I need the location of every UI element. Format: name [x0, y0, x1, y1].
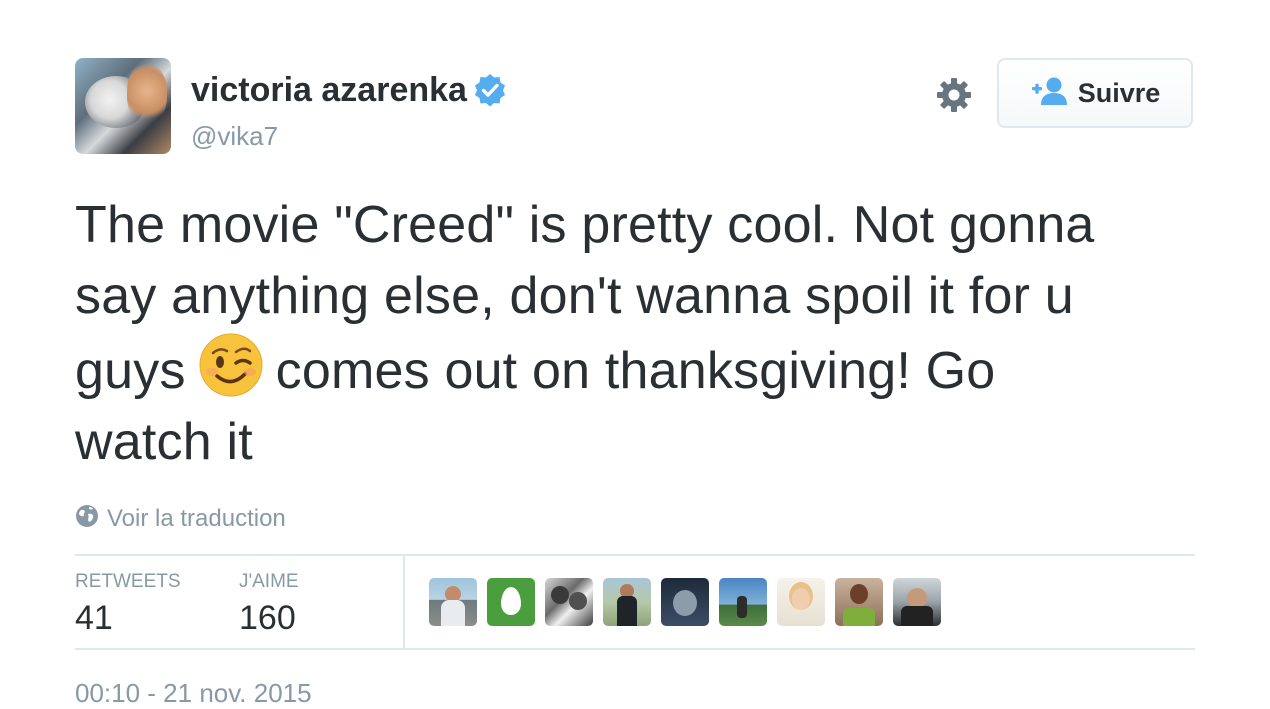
follow-button-label: Suivre [1077, 77, 1161, 108]
tweet-text-line: guys comes out on thanksgiving! Go [75, 332, 1195, 407]
liker-avatar[interactable] [893, 578, 941, 626]
avatar[interactable] [75, 58, 171, 154]
tweet-stats: RETWEETS 41 J'AIME 160 [75, 554, 1195, 650]
retweets-label: RETWEETS [75, 571, 181, 592]
liker-avatar[interactable] [661, 578, 709, 626]
tweet-text: The movie "Creed" is pretty cool. Not go… [75, 190, 1195, 478]
tweet-timestamp[interactable]: 00:10 - 21 nov. 2015 [75, 678, 1195, 709]
tweet-card: victoria azarenka @vika7 Suivre The movi… [75, 58, 1195, 709]
translate-link-label: Voir la traduction [107, 505, 286, 532]
user-names: victoria azarenka @vika7 [191, 70, 507, 152]
liker-avatar[interactable] [603, 578, 651, 626]
globe-icon [75, 504, 99, 535]
tweet-text-fragment: comes out on thanksgiving! Go [275, 342, 996, 400]
avatar-face [127, 64, 167, 124]
liker-avatar[interactable] [777, 578, 825, 626]
likes-count: 160 [239, 599, 296, 637]
verified-badge-icon [473, 73, 507, 116]
liker-avatar[interactable] [545, 578, 593, 626]
display-name[interactable]: victoria azarenka [191, 71, 467, 109]
liker-avatar-default-egg[interactable] [487, 578, 535, 626]
display-name-row[interactable]: victoria azarenka [191, 70, 507, 116]
retweets-count: 41 [75, 599, 113, 637]
winking-face-icon [198, 332, 264, 398]
liker-avatars [429, 578, 941, 626]
add-user-icon [1030, 76, 1068, 111]
screen-name[interactable]: @vika7 [191, 120, 507, 152]
likes-stat[interactable]: J'AIME 160 [239, 570, 299, 638]
gear-icon[interactable] [935, 76, 973, 114]
liker-avatar[interactable] [835, 578, 883, 626]
tweet-text-line: watch it [75, 413, 253, 471]
tweet-text-fragment: guys [75, 342, 186, 400]
liker-avatar[interactable] [429, 578, 477, 626]
liker-avatar[interactable] [719, 578, 767, 626]
follow-button[interactable]: Suivre [997, 58, 1193, 128]
tweet-text-line: say anything else, don't wanna spoil it … [75, 267, 1074, 325]
stats-divider [403, 556, 405, 648]
tweet-text-line: The movie "Creed" is pretty cool. Not go… [75, 196, 1095, 254]
retweets-stat[interactable]: RETWEETS 41 [75, 570, 181, 638]
tweet-header: victoria azarenka @vika7 Suivre [75, 58, 1195, 154]
likes-label: J'AIME [239, 571, 299, 592]
translate-link[interactable]: Voir la traduction [75, 504, 1195, 534]
